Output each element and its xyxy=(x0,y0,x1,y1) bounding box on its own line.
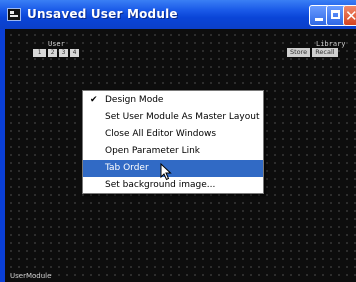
user-buttons: 1 2 3 4 xyxy=(33,49,79,58)
title-bar[interactable]: Unsaved User Module ✕ xyxy=(0,0,356,29)
menu-item-label: Close All Editor Windows xyxy=(105,129,217,139)
menu-item-label: Design Mode xyxy=(105,95,164,105)
menu-item-label: Open Parameter Link xyxy=(105,146,201,156)
user-module-label: UserModule xyxy=(10,272,52,280)
user-section-label: User xyxy=(48,40,65,48)
store-button[interactable]: Store xyxy=(287,48,311,57)
user-button-3[interactable]: 3 xyxy=(59,49,68,57)
user-module-window: Unsaved User Module ✕ User 1 2 3 4 Libra… xyxy=(0,0,356,282)
close-button[interactable]: ✕ xyxy=(343,5,356,26)
mouse-cursor-icon xyxy=(160,163,172,181)
minimize-icon xyxy=(315,18,323,21)
close-icon: ✕ xyxy=(345,7,356,25)
user-button-4[interactable]: 4 xyxy=(70,49,79,57)
menu-item-label: Tab Order xyxy=(105,163,149,173)
library-buttons: Store Recall xyxy=(287,48,338,57)
recall-button[interactable]: Recall xyxy=(312,48,338,57)
menu-item-close-editor-windows[interactable]: Close All Editor Windows xyxy=(83,126,263,143)
window-title: Unsaved User Module xyxy=(27,7,178,21)
menu-item-set-master-layout[interactable]: Set User Module As Master Layout xyxy=(83,109,263,126)
user-button-1[interactable]: 1 xyxy=(33,49,46,57)
menu-item-label: Set User Module As Master Layout xyxy=(105,112,260,122)
menu-item-design-mode[interactable]: ✔ Design Mode xyxy=(83,92,263,109)
maximize-icon xyxy=(331,10,340,19)
menu-item-open-parameter-link[interactable]: Open Parameter Link xyxy=(83,143,263,160)
app-icon xyxy=(7,8,21,21)
user-button-2[interactable]: 2 xyxy=(48,49,57,57)
menu-item-label: Set background image... xyxy=(105,180,216,190)
check-icon: ✔ xyxy=(90,95,98,105)
library-section-label: Library xyxy=(316,40,346,48)
